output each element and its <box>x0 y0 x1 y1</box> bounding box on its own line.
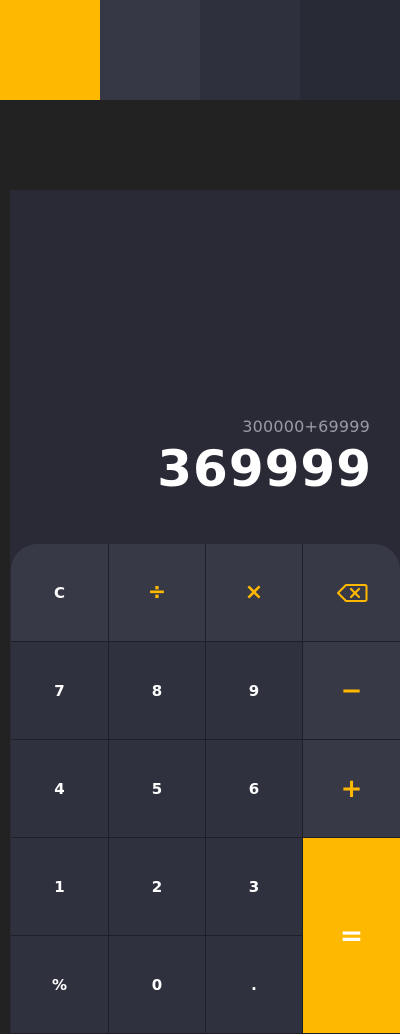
clear-button[interactable]: C <box>11 544 108 641</box>
theme-swatches <box>0 0 400 100</box>
decimal-button[interactable]: . <box>206 936 302 1033</box>
key-1[interactable]: 1 <box>11 838 108 935</box>
key-6[interactable]: 6 <box>206 740 302 837</box>
key-4[interactable]: 4 <box>11 740 108 837</box>
multiply-button[interactable]: × <box>206 544 302 641</box>
key-2[interactable]: 2 <box>109 838 205 935</box>
swatch-dark-3[interactable] <box>300 0 400 100</box>
minus-button[interactable]: − <box>303 642 400 739</box>
swatch-dark-1[interactable] <box>100 0 200 100</box>
calculator: 300000+69999 369999 C ÷ × 7 8 9 − 4 5 6 … <box>10 190 400 1034</box>
swatch-accent[interactable] <box>0 0 100 100</box>
percent-button[interactable]: % <box>11 936 108 1033</box>
key-8[interactable]: 8 <box>109 642 205 739</box>
equals-button[interactable]: = <box>303 838 400 1033</box>
plus-button[interactable]: + <box>303 740 400 837</box>
key-3[interactable]: 3 <box>206 838 302 935</box>
swatch-dark-2[interactable] <box>200 0 300 100</box>
keypad: C ÷ × 7 8 9 − 4 5 6 + 1 2 3 = % 0 . <box>11 544 400 1034</box>
result-display: 369999 <box>157 440 372 498</box>
key-9[interactable]: 9 <box>206 642 302 739</box>
key-0[interactable]: 0 <box>109 936 205 1033</box>
key-5[interactable]: 5 <box>109 740 205 837</box>
divide-button[interactable]: ÷ <box>109 544 205 641</box>
backspace-icon <box>336 583 368 603</box>
key-7[interactable]: 7 <box>11 642 108 739</box>
backspace-button[interactable] <box>303 544 400 641</box>
expression-display: 300000+69999 <box>242 417 370 436</box>
